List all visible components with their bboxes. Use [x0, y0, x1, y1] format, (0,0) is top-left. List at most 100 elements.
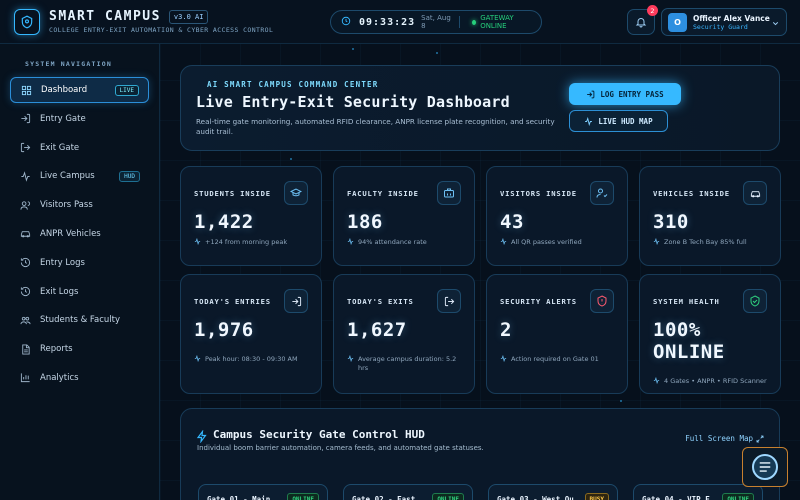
- version-badge: v3.0 AI: [168, 9, 209, 24]
- status-dot-icon: [472, 19, 477, 25]
- chevron-down-icon: [771, 13, 780, 32]
- brand[interactable]: SMART CAMPUS v3.0 AI College Entry-Exit …: [14, 8, 273, 35]
- nav-badge: LIVE: [114, 84, 139, 96]
- sidebar-item-dashboard[interactable]: Dashboard LIVE: [10, 77, 149, 103]
- history-icon: [19, 286, 31, 298]
- stat-label: FACULTY INSIDE: [347, 189, 419, 198]
- stat-label: TODAY'S ENTRIES: [194, 297, 271, 306]
- notifications-button[interactable]: 2: [627, 5, 658, 35]
- nav-list: Dashboard LIVE Entry Gate Exit Gate Live Cam…: [0, 77, 159, 391]
- user-menu[interactable]: O Officer Alex Vance Security Guard: [661, 8, 787, 36]
- decor-particle: [290, 158, 292, 160]
- stat-note-text: Action required on Gate 01: [511, 355, 599, 363]
- sidebar-item-exit-gate[interactable]: Exit Gate: [10, 135, 149, 161]
- stat-value: 2: [500, 319, 512, 341]
- stat-value: 43: [500, 211, 524, 233]
- stat-note-text: 94% attendance rate: [358, 238, 427, 246]
- live-hud-map-label: LIVE HUD MAP: [598, 116, 653, 126]
- sidebar-item-label: Reports: [40, 344, 73, 355]
- sidebar-item-reports[interactable]: Reports: [10, 336, 149, 362]
- bell-icon: [635, 13, 647, 32]
- sidebar-item-live-campus[interactable]: Live Campus HUD: [10, 163, 149, 189]
- user-name: Officer Alex Vance: [693, 13, 770, 23]
- stat-note-text: 4 Gates • ANPR • RFID Scanner: [664, 377, 767, 385]
- stat-card-faculty-inside: FACULTY INSIDE 186 94% attendance rate: [333, 166, 475, 266]
- decor-particle: [436, 52, 438, 54]
- pulse-icon: [584, 116, 593, 126]
- stat-label: VEHICLES INSIDE: [653, 189, 730, 198]
- assistant-button[interactable]: [742, 447, 788, 487]
- sidebar-item-label: Analytics: [40, 372, 79, 383]
- sidebar-item-label: Live Campus: [40, 171, 95, 182]
- login-arrow-icon: [19, 113, 31, 125]
- nav-badge: HUD: [119, 170, 140, 182]
- stat-value: 100% ONLINE: [653, 319, 725, 363]
- stat-note-text: Peak hour: 08:30 - 09:30 AM: [205, 355, 298, 363]
- logout-arrow-icon: [437, 289, 461, 313]
- hud-subtitle: Individual boom barrier automation, came…: [197, 444, 484, 452]
- stat-value: 310: [653, 211, 689, 233]
- stat-card-visitors-inside: VISITORS INSIDE 43 All QR passes verified: [486, 166, 628, 266]
- stat-note: Average campus duration: 5.2 hrs: [347, 354, 467, 374]
- clock-icon: [341, 16, 351, 28]
- sidebar: SYSTEM NAVIGATION Dashboard LIVE Entry Gat…: [0, 44, 160, 500]
- brand-title: SMART CAMPUS: [49, 9, 161, 24]
- sidebar-item-label: Students & Faculty: [40, 315, 121, 326]
- stat-note-text: +124 from morning peak: [205, 238, 288, 246]
- gate-name: Gate 02 - East Te...: [352, 494, 429, 500]
- clock-date: Sat, Aug 8: [421, 14, 451, 30]
- gate-control-hud: Campus Security Gate Control HUD Individ…: [180, 408, 780, 500]
- expand-icon: [756, 435, 764, 443]
- gate-name: Gate 04 - VIP Ex...: [642, 494, 719, 500]
- pulse-icon: [500, 354, 507, 365]
- gate-card[interactable]: Gate 02 - East Te...ONLINE: [343, 484, 473, 500]
- sidebar-item-entry-gate[interactable]: Entry Gate: [10, 106, 149, 132]
- bar-chart-icon: [19, 372, 31, 384]
- stat-note-text: All QR passes verified: [511, 238, 582, 246]
- menu-lines-icon: [752, 454, 778, 480]
- shield-alert-icon: [590, 289, 614, 313]
- shield-icon: [14, 8, 40, 35]
- stat-note: All QR passes verified: [500, 237, 620, 248]
- briefcase-icon: [437, 181, 461, 205]
- status-badge: ONLINE: [287, 492, 319, 500]
- login-arrow-icon: [284, 289, 308, 313]
- sidebar-item-students-faculty[interactable]: Students & Faculty: [10, 307, 149, 333]
- car-icon: [743, 181, 767, 205]
- stat-label: SECURITY ALERTS: [500, 297, 577, 306]
- hero-description: Real-time gate monitoring, automated RFI…: [196, 117, 555, 136]
- stat-label: VISITORS INSIDE: [500, 189, 577, 198]
- stat-card-today-s-entries: TODAY'S ENTRIES 1,976 Peak hour: 08:30 - 0…: [180, 274, 322, 394]
- gate-card[interactable]: Gate 01 - Main Cy...ONLINE: [198, 484, 328, 500]
- sidebar-item-anpr-vehicles[interactable]: ANPR Vehicles: [10, 221, 149, 247]
- sidebar-item-visitors-pass[interactable]: Visitors Pass: [10, 192, 149, 218]
- stat-card-security-alerts: SECURITY ALERTS 2 Action required on Gate …: [486, 274, 628, 394]
- stat-note-text: Average campus duration: 5.2 hrs: [358, 355, 457, 373]
- shield-check-icon: [743, 289, 767, 313]
- stat-note-text: Zone B Tech Bay 85% full: [664, 238, 747, 246]
- clock-status-pill: 09:33:23 Sat, Aug 8 GATEWAY ONLINE: [330, 10, 542, 34]
- sidebar-item-label: Exit Logs: [40, 286, 79, 297]
- full-screen-map-link[interactable]: Full Screen Map: [685, 434, 764, 443]
- gateway-status-label: GATEWAY ONLINE: [480, 14, 514, 30]
- car-icon: [19, 228, 31, 240]
- live-hud-map-button[interactable]: LIVE HUD MAP: [569, 110, 668, 132]
- stat-label: STUDENTS INSIDE: [194, 189, 271, 198]
- gate-card[interactable]: Gate 03 - West Qu... BUSY: [488, 484, 618, 500]
- dashboard-grid-icon: [20, 84, 32, 96]
- stat-value: 1,976: [194, 319, 254, 341]
- pulse-icon: [194, 354, 201, 365]
- log-entry-pass-button[interactable]: LOG ENTRY PASS: [569, 83, 681, 105]
- stat-note: Peak hour: 08:30 - 09:30 AM: [194, 354, 314, 365]
- stat-note: +124 from morning peak: [194, 237, 314, 248]
- sidebar-item-label: Entry Logs: [40, 257, 85, 268]
- stat-value: 1,627: [347, 319, 407, 341]
- decor-particle: [620, 400, 622, 402]
- stat-note: 94% attendance rate: [347, 237, 467, 248]
- sidebar-item-entry-logs[interactable]: Entry Logs: [10, 250, 149, 276]
- gate-card[interactable]: Gate 04 - VIP Ex...ONLINE: [633, 484, 763, 500]
- sidebar-item-exit-logs[interactable]: Exit Logs: [10, 279, 149, 305]
- sidebar-item-analytics[interactable]: Analytics: [10, 365, 149, 391]
- pulse-icon: [347, 354, 354, 374]
- login-arrow-icon: [586, 90, 595, 99]
